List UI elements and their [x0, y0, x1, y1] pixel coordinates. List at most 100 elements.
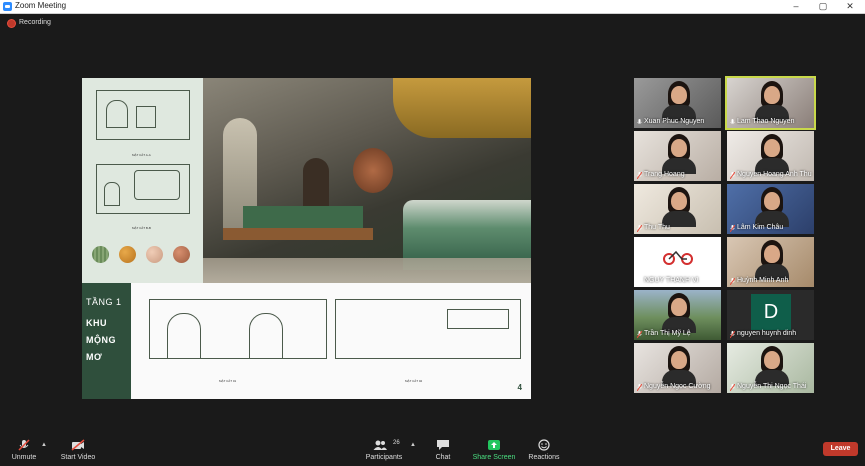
participants-icon	[373, 440, 387, 450]
recording-label: Recording	[19, 19, 51, 26]
material-swatch-2	[119, 246, 136, 263]
participant-name: Trần Thị Mỹ Lệ	[644, 330, 691, 337]
participant-name: Lam Thao Nguyen	[737, 118, 795, 125]
interior-render	[203, 78, 531, 283]
close-button[interactable]: ✕	[839, 0, 861, 13]
participant-face	[671, 351, 687, 369]
chat-icon	[437, 440, 449, 450]
participant-name: Thu Thu	[644, 224, 670, 231]
participant-face	[764, 86, 780, 104]
scale-label-2: MẶT CẮT B-B	[132, 226, 151, 230]
elevation-arch-1	[167, 313, 201, 359]
zoom-logo-icon	[3, 2, 12, 11]
share-screen-label: Share Screen	[472, 454, 516, 461]
area-title-panel: TẦNG 1 KHU MỘNG MƠ	[82, 283, 131, 399]
participant-face	[671, 298, 687, 316]
unmute-label: Unmute	[11, 454, 37, 461]
participant-tile[interactable]: Xuan Phuc Nguyen	[634, 78, 721, 128]
participant-tile[interactable]: Nguyen Hoang Anh Thu	[727, 131, 814, 181]
participant-name: Nguyen Hoang Anh Thu	[737, 171, 812, 178]
video-off-icon	[71, 439, 85, 451]
participant-name: Xuan Phuc Nguyen	[644, 118, 705, 125]
area-name-line3: MƠ	[86, 352, 103, 362]
participant-name: Huỳnh Minh Anh	[737, 277, 789, 284]
maximize-button[interactable]: ▢	[812, 0, 834, 13]
elevation-cabinet	[447, 309, 509, 329]
participants-label: Participants	[365, 454, 403, 461]
audio-options-caret-icon[interactable]: ▲	[41, 442, 47, 448]
start-video-button[interactable]: Start Video	[58, 434, 98, 466]
area-name-line2: MỘNG	[86, 335, 116, 345]
area-name-line1: KHU	[86, 318, 107, 328]
shared-screen: MẶT CẮT A-A MẶT CẮT B-B TẦNG 1 KHU MỘNG …	[82, 78, 531, 399]
participant-tile[interactable]: Huỳnh Minh Anh	[727, 237, 814, 287]
participant-name: Nguyễn Ngọc Cường	[644, 383, 711, 390]
mic-icon	[637, 278, 642, 283]
mic-icon	[637, 119, 642, 124]
participant-tile[interactable]: Dnguyen huynh dinh	[727, 290, 814, 340]
green-booth	[243, 206, 363, 228]
participants-button[interactable]: 26 Participants	[364, 434, 404, 466]
participant-name: NGUY THANH VI	[644, 277, 699, 284]
window-title: Zoom Meeting	[15, 1, 67, 10]
muted-mic-icon	[637, 172, 642, 179]
muted-mic-icon	[637, 384, 642, 391]
participant-tile[interactable]: Trang Hoang	[634, 131, 721, 181]
plant-arrangement	[353, 148, 393, 193]
wood-table	[223, 228, 373, 240]
participant-tile[interactable]: Lâm Kim Châu	[727, 184, 814, 234]
floor	[203, 258, 531, 283]
material-swatch-4	[173, 246, 190, 263]
bike-logo-icon	[662, 249, 694, 265]
muted-mic-icon	[730, 384, 735, 391]
participant-face	[764, 139, 780, 157]
window-drawing	[136, 106, 156, 128]
counter-drawing	[134, 170, 180, 200]
arch-drawing-2	[104, 182, 120, 206]
muted-mic-icon	[18, 439, 30, 451]
participant-tile[interactable]: Nguyễn Ngọc Cường	[634, 343, 721, 393]
muted-mic-icon	[730, 278, 735, 285]
participant-face	[671, 86, 687, 104]
participant-tile[interactable]: NGUY THANH VI	[634, 237, 721, 287]
participant-name: nguyen huynh dinh	[737, 330, 797, 337]
elevation-scale-2: MẶT CẮT 02	[405, 379, 423, 383]
participant-face	[764, 245, 780, 263]
scale-label-1: MẶT CẮT A-A	[132, 153, 151, 157]
participant-face	[764, 351, 780, 369]
muted-mic-icon	[637, 331, 642, 338]
participant-tile[interactable]: Trần Thị Mỹ Lệ	[634, 290, 721, 340]
participants-options-caret-icon[interactable]: ▲	[410, 442, 416, 448]
minimize-button[interactable]: –	[785, 0, 807, 13]
participant-name: Nguyễn Thị Ngọc Thái	[737, 383, 807, 390]
share-screen-icon	[488, 440, 500, 450]
reactions-button[interactable]: Reactions	[526, 434, 562, 466]
participant-face	[764, 192, 780, 210]
participant-face	[671, 192, 687, 210]
elevation-drawings: MẶT CẮT 01 MẶT CẮT 02	[131, 283, 531, 399]
participant-tile[interactable]: Lam Thao Nguyen	[727, 78, 814, 128]
material-swatch-3	[146, 246, 163, 263]
leave-button[interactable]: Leave	[823, 442, 858, 456]
participants-count: 26	[393, 440, 400, 446]
reactions-label: Reactions	[528, 454, 560, 461]
chat-button[interactable]: Chat	[428, 434, 458, 466]
elevation-scale-1: MẶT CẮT 01	[219, 379, 237, 383]
mic-icon	[730, 119, 735, 124]
floor-label: TẦNG 1	[86, 297, 122, 307]
unmute-button[interactable]: Unmute	[6, 434, 42, 466]
share-screen-button[interactable]: Share Screen	[472, 434, 516, 466]
slide-page-number: 4	[517, 383, 522, 392]
start-video-label: Start Video	[60, 454, 96, 461]
participant-tile[interactable]: Thu Thu	[634, 184, 721, 234]
elevation-right	[335, 299, 521, 359]
reactions-icon	[538, 439, 550, 451]
title-bar: Zoom Meeting – ▢ ✕	[0, 0, 865, 14]
ceiling-canopy	[393, 78, 531, 138]
muted-mic-icon	[730, 172, 735, 179]
avatar-initial: D	[751, 294, 791, 330]
participant-tile[interactable]: Nguyễn Thị Ngọc Thái	[727, 343, 814, 393]
participant-name: Lâm Kim Châu	[737, 224, 784, 231]
elevation-arch-2	[249, 313, 283, 359]
recording-dot-icon	[8, 20, 15, 27]
